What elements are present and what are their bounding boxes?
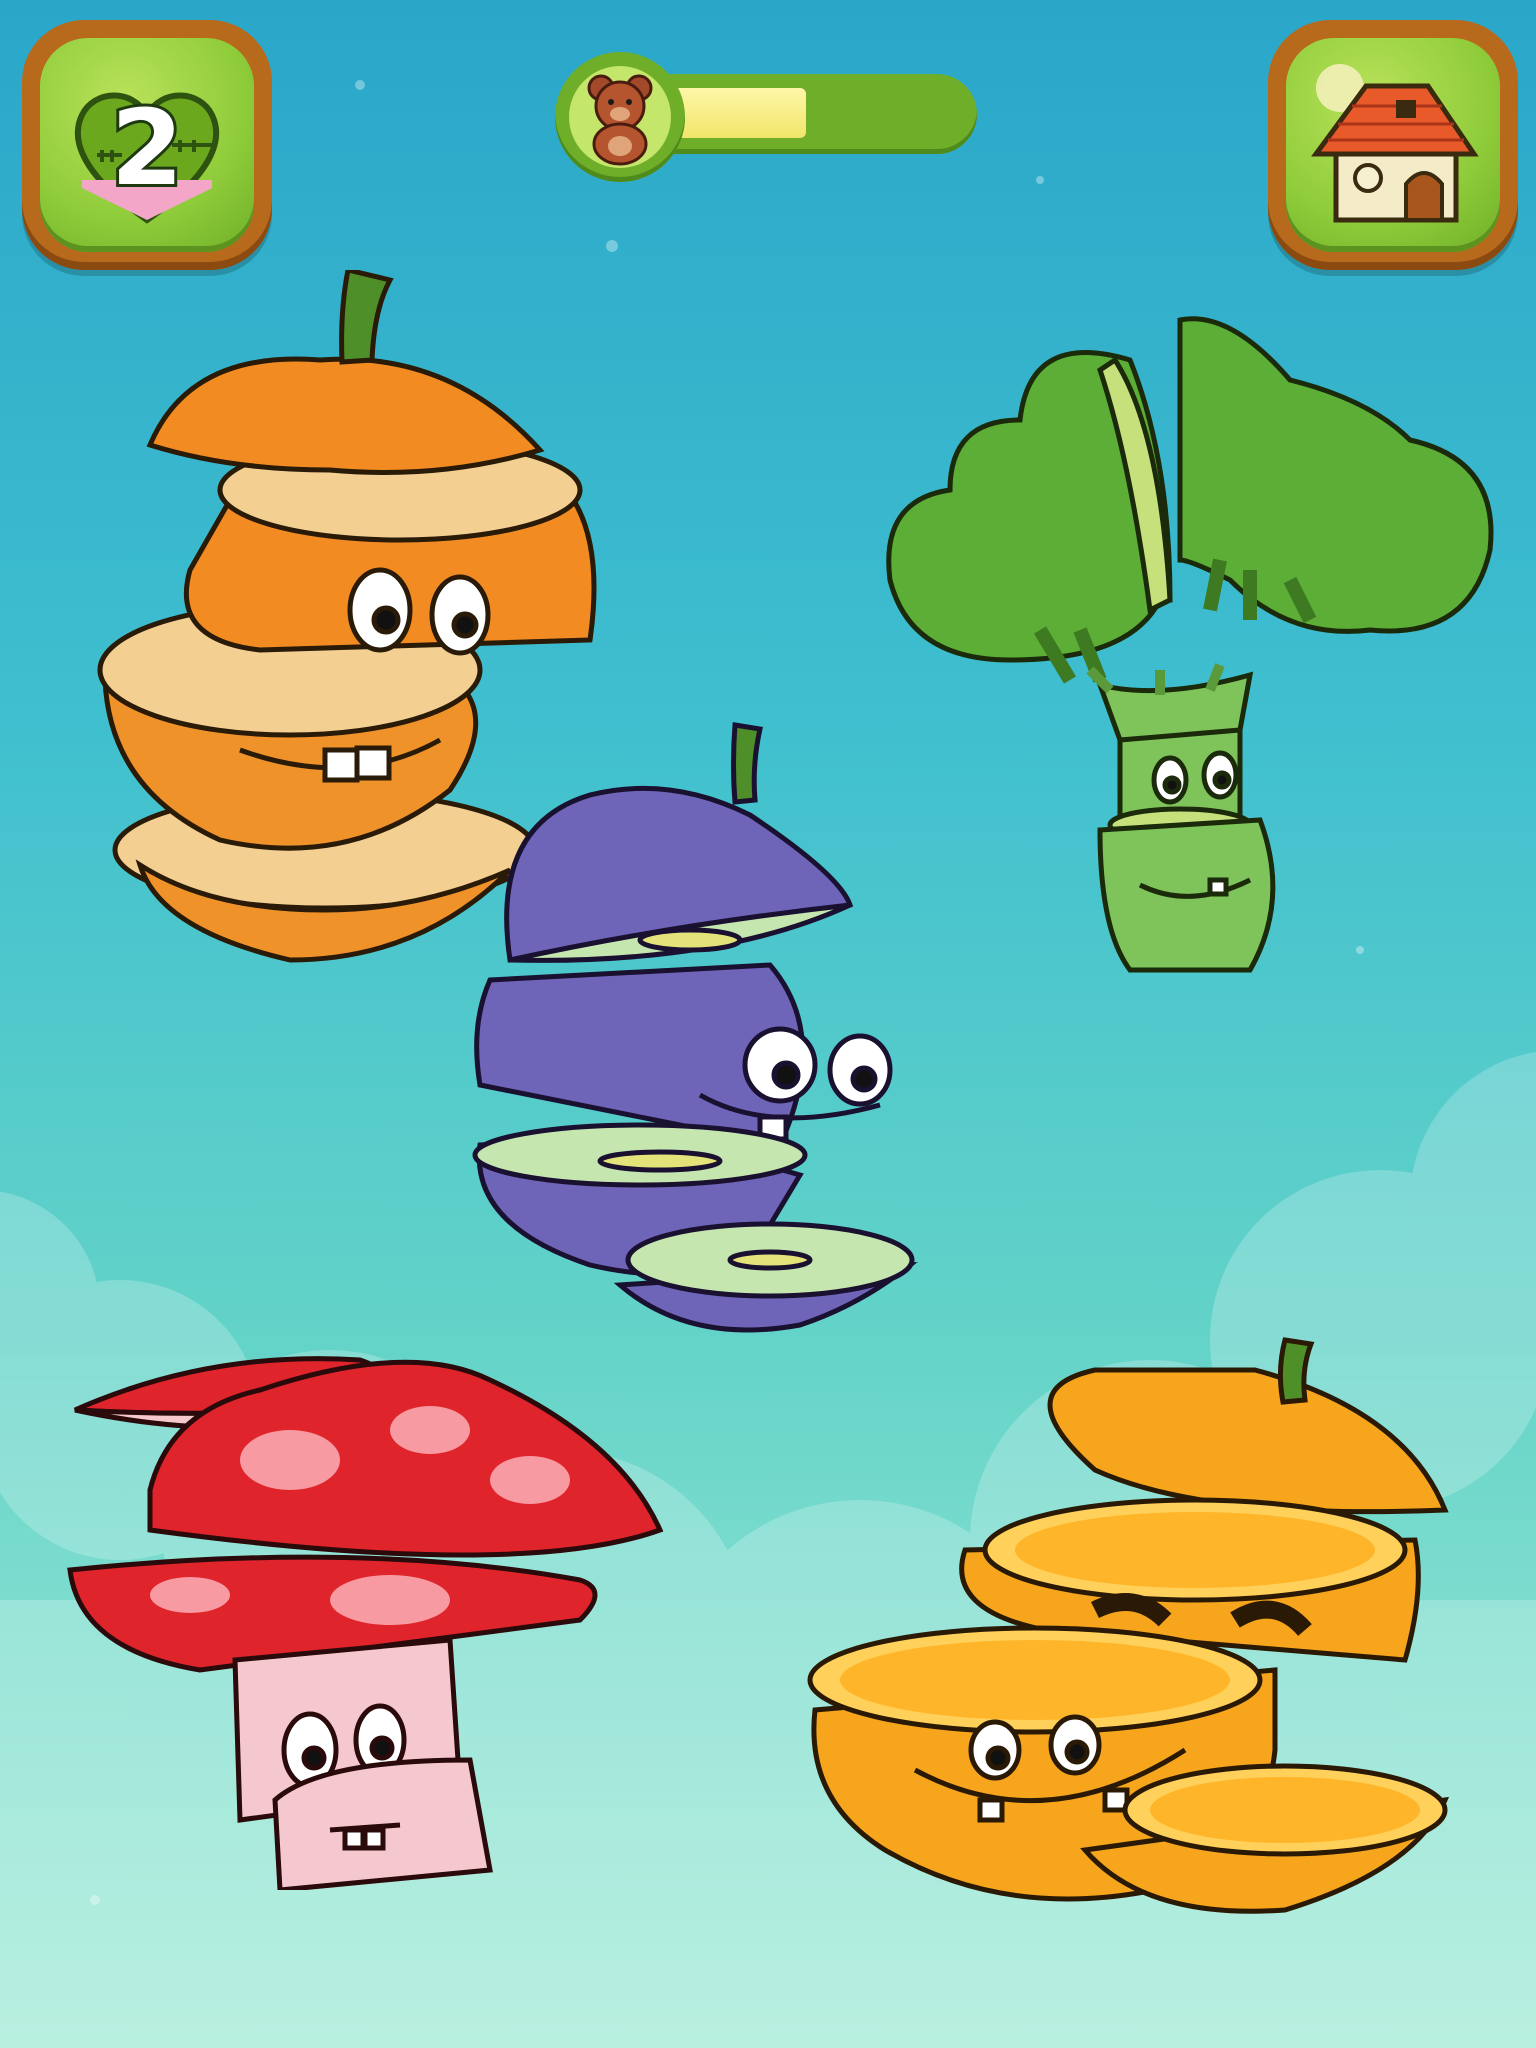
house-icon (1311, 64, 1479, 223)
teddy-bear-icon (587, 74, 653, 166)
home-button[interactable] (1268, 20, 1518, 270)
lives-button[interactable]: 2 (22, 20, 272, 270)
plum-character[interactable] (470, 705, 1010, 1365)
lives-count: 2 (108, 87, 186, 209)
orange-character[interactable] (805, 1330, 1465, 1950)
level-progress-bar (555, 52, 981, 182)
mushroom-character[interactable] (60, 1330, 680, 1890)
progress-avatar (555, 52, 685, 182)
